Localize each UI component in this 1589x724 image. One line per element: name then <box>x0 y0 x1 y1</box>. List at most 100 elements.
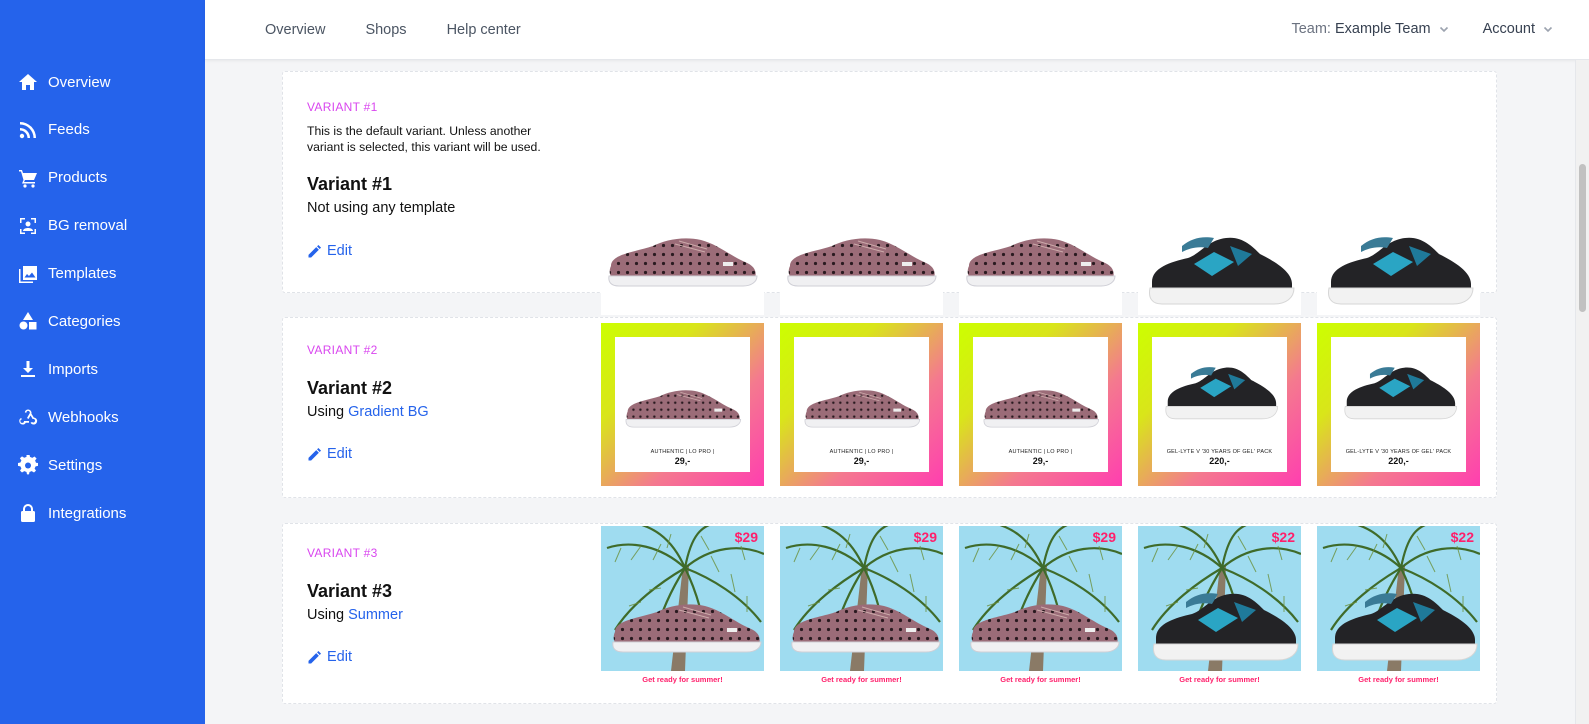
product-previews <box>601 152 1496 315</box>
product-preview: $22 Get ready for summer! <box>1317 526 1480 689</box>
product-preview: AUTHENTIC | LO PRO | 29,- <box>780 323 943 486</box>
page-scrollbar[interactable] <box>1575 60 1589 724</box>
edit-label: Edit <box>327 446 352 462</box>
variant-title: Variant #3 <box>307 581 393 601</box>
product-preview: $29 Get ready for summer! <box>780 526 943 689</box>
sidebar-item-products[interactable]: Products <box>0 160 205 196</box>
variant-tag: VARIANT #2 <box>307 343 378 357</box>
team-label: Team: <box>1291 21 1331 37</box>
promo-caption: Get ready for summer! <box>1000 675 1081 684</box>
black-runner-image <box>1165 366 1279 420</box>
variant-description: This is the default variant. Unless anot… <box>307 124 541 154</box>
image-icon <box>19 265 37 283</box>
variant-tag: VARIANT #3 <box>307 546 378 560</box>
variant-card: VARIANT #2 Variant #2 Using Gradient BG … <box>282 317 1497 498</box>
variant-card: VARIANT #3 Variant #3 Using Summer Edit … <box>282 523 1497 704</box>
sidebar-item-templates[interactable]: Templates <box>0 256 205 292</box>
black-runner-image <box>1332 592 1478 661</box>
product-preview: GEL-LYTE V '30 YEARS OF GEL' PACK 220,- <box>1317 323 1480 486</box>
product-name: GEL-LYTE V '30 YEARS OF GEL' PACK <box>1345 449 1452 455</box>
sidebar-item-settings[interactable]: Settings <box>0 447 205 483</box>
chevron-down-icon <box>1543 26 1553 33</box>
product-name: AUTHENTIC | LO PRO | <box>650 449 715 455</box>
product-price: 29,- <box>1032 456 1049 466</box>
topnav-shops-link[interactable]: Shops <box>365 22 406 38</box>
sidebar-item-label: Webhooks <box>48 408 119 426</box>
sidebar-item-bg-removal[interactable]: BG removal <box>0 208 205 244</box>
product-card: GEL-LYTE V '30 YEARS OF GEL' PACK 220,- <box>1152 337 1287 472</box>
template-link[interactable]: Gradient BG <box>348 404 429 420</box>
bg-removal-icon <box>20 217 36 234</box>
product-price: $29 <box>1092 529 1116 545</box>
product-preview: $29 Get ready for summer! <box>959 526 1122 689</box>
sidebar-item-overview[interactable]: Overview <box>0 64 205 100</box>
pink-sneaker-image <box>970 603 1120 653</box>
black-runner-image <box>1328 236 1474 305</box>
pink-sneaker-image <box>787 237 937 287</box>
palm-background <box>1138 526 1301 671</box>
topnav-overview-link[interactable]: Overview <box>265 22 325 38</box>
black-runner-image <box>1344 366 1458 420</box>
palm-background <box>780 526 943 671</box>
account-label: Account <box>1482 21 1535 37</box>
rss-icon <box>19 121 36 139</box>
edit-button[interactable]: Edit <box>307 243 352 259</box>
promo-caption: Get ready for summer! <box>1179 675 1260 684</box>
product-preview: $29 Get ready for summer! <box>601 526 764 689</box>
pencil-icon <box>308 650 322 663</box>
product-name: GEL-LYTE V '30 YEARS OF GEL' PACK <box>1166 449 1273 455</box>
pink-sneaker-image <box>608 237 758 287</box>
pencil-icon <box>308 244 322 257</box>
sidebar-item-label: Feeds <box>48 121 90 139</box>
product-preview: $22 Get ready for summer! <box>1138 526 1301 689</box>
variant-tag: VARIANT #1 <box>307 100 378 114</box>
download-icon <box>21 361 35 378</box>
sidebar-item-integrations[interactable]: Integrations <box>0 495 205 531</box>
product-card: AUTHENTIC | LO PRO | 29,- <box>973 337 1108 472</box>
pink-sneaker-image <box>791 603 941 653</box>
product-price: 29,- <box>674 456 691 466</box>
sidebar-item-categories[interactable]: Categories <box>0 303 205 339</box>
top-bar: Overview Shops Help center Team: Example… <box>205 0 1589 60</box>
product-price: $22 <box>1271 529 1295 545</box>
subtitle-prefix: Using <box>307 404 345 420</box>
shapes-icon <box>19 312 37 330</box>
sidebar-item-feeds[interactable]: Feeds <box>0 112 205 148</box>
pink-sneaker-image <box>983 389 1100 428</box>
sidebar-item-label: Categories <box>48 312 121 330</box>
product-preview: GEL-LYTE V '30 YEARS OF GEL' PACK 220,- <box>1138 323 1301 486</box>
sidebar-item-label: Integrations <box>48 504 127 522</box>
product-card: AUTHENTIC | LO PRO | 29,- <box>794 337 929 472</box>
product-card: GEL-LYTE V '30 YEARS OF GEL' PACK 220,- <box>1331 337 1466 472</box>
top-right: Team: Example Team Account <box>1291 0 1553 58</box>
sidebar-item-imports[interactable]: Imports <box>0 351 205 387</box>
product-preview: AUTHENTIC | LO PRO | 29,- <box>959 323 1122 486</box>
pink-sneaker-image <box>966 237 1116 287</box>
webhook-icon <box>19 409 38 425</box>
black-runner-image <box>1149 236 1295 305</box>
pink-sneaker-image <box>612 603 762 653</box>
promo-caption: Get ready for summer! <box>821 675 902 684</box>
product-previews: $29 Get ready for summer! $29 Get ready … <box>601 526 1496 689</box>
product-price: 220,- <box>1209 456 1230 466</box>
product-preview <box>1138 152 1301 315</box>
product-price: $22 <box>1450 529 1474 545</box>
product-preview <box>1317 152 1480 315</box>
sidebar-item-webhooks[interactable]: Webhooks <box>0 399 205 435</box>
scrollbar-thumb[interactable] <box>1579 164 1586 312</box>
team-value: Example Team <box>1334 21 1431 37</box>
palm-background <box>1317 526 1480 671</box>
team-switcher[interactable]: Team: Example Team <box>1291 21 1448 37</box>
edit-button[interactable]: Edit <box>307 649 352 665</box>
template-link[interactable]: Summer <box>348 607 403 623</box>
product-preview <box>780 152 943 315</box>
variant-subtitle: Using Summer <box>307 607 403 623</box>
palm-background <box>959 526 1122 671</box>
product-price: $29 <box>734 529 758 545</box>
promo-caption: Get ready for summer! <box>1358 675 1439 684</box>
product-preview <box>959 152 1122 315</box>
edit-button[interactable]: Edit <box>307 446 352 462</box>
edit-label: Edit <box>327 649 352 665</box>
account-menu[interactable]: Account <box>1483 21 1553 37</box>
topnav-help-link[interactable]: Help center <box>447 22 521 38</box>
